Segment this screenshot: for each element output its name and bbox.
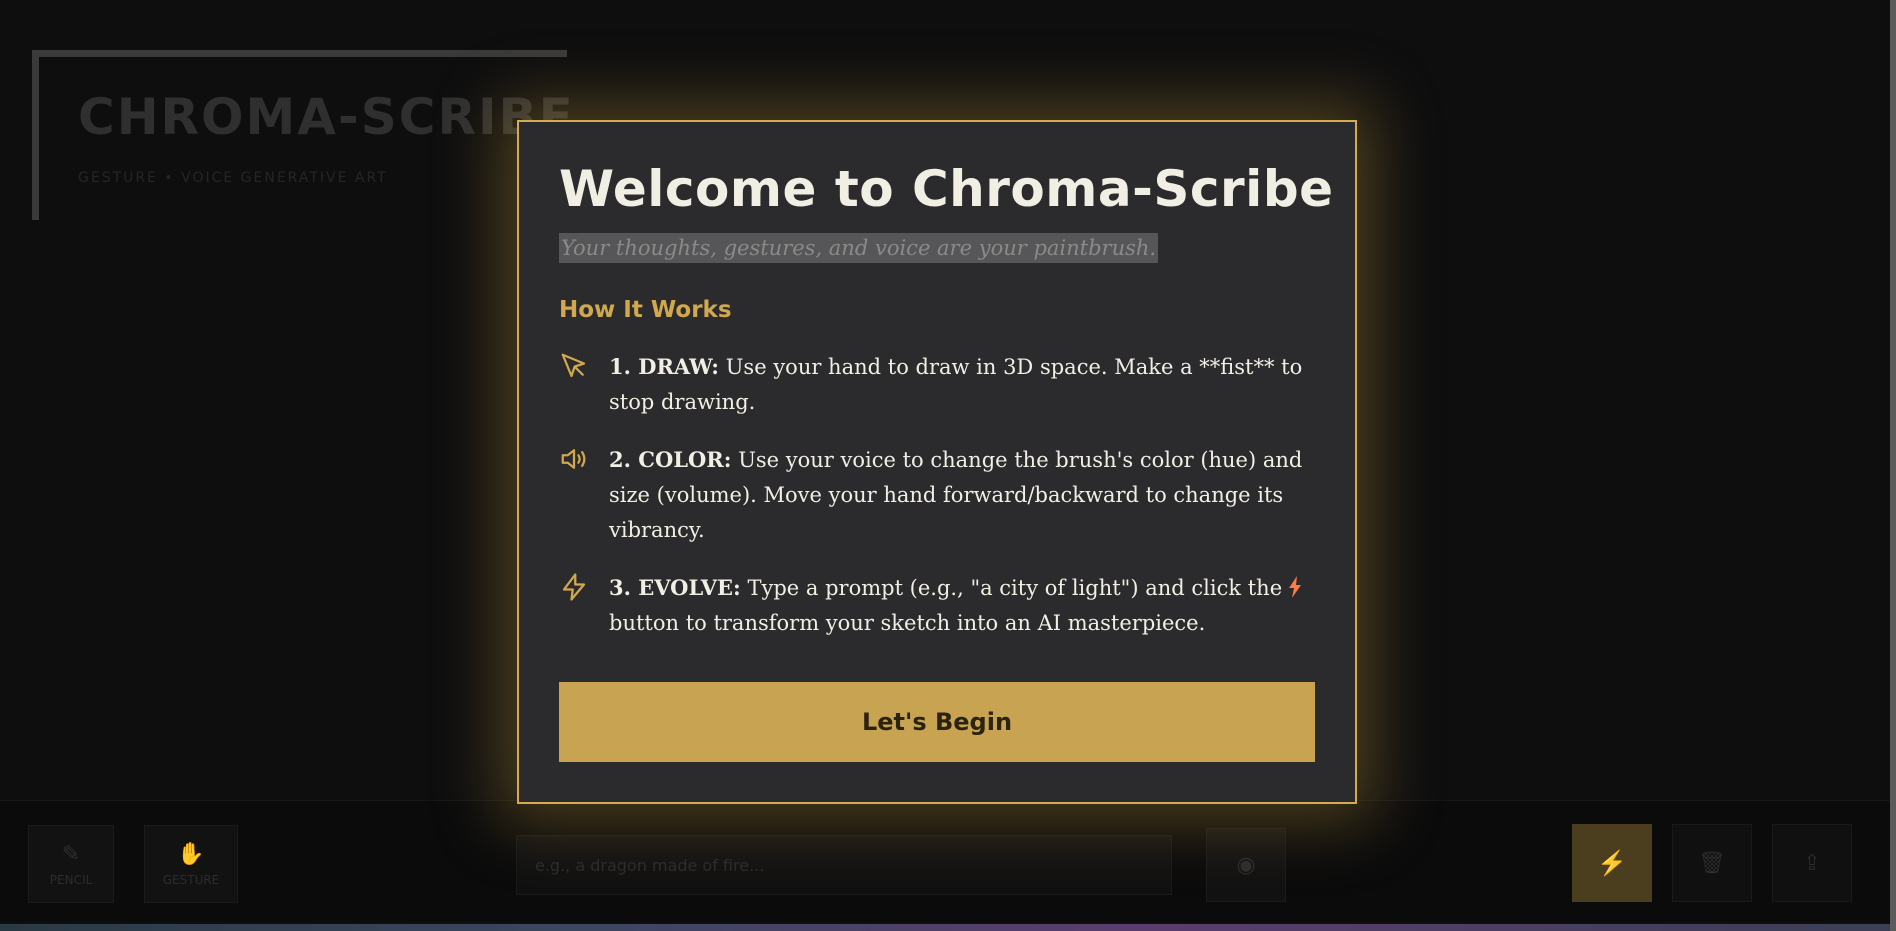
- step-color: 2. COLOR: Use your voice to change the b…: [559, 442, 1315, 548]
- modal-subtitle: Your thoughts, gestures, and voice are y…: [559, 233, 1159, 263]
- cursor-arrow-icon: [561, 353, 586, 378]
- inline-lightning-icon: [1289, 576, 1302, 598]
- step-evolve-text: 3. EVOLVE: Type a prompt (e.g., "a city …: [609, 570, 1315, 641]
- step-color-label: 2. COLOR:: [609, 447, 732, 472]
- modal-title: Welcome to Chroma-Scribe: [559, 160, 1334, 218]
- lightning-icon: [562, 573, 586, 601]
- step-draw-text: 1. DRAW: Use your hand to draw in 3D spa…: [609, 349, 1315, 420]
- step-evolve: 3. EVOLVE: Type a prompt (e.g., "a city …: [559, 570, 1315, 641]
- welcome-modal: Welcome to Chroma-Scribe Your thoughts, …: [517, 120, 1357, 804]
- step-draw-label: 1. DRAW:: [609, 354, 720, 379]
- step-evolve-label: 3. EVOLVE:: [609, 575, 741, 600]
- gradient-strip: [0, 924, 1896, 931]
- step-draw: 1. DRAW: Use your hand to draw in 3D spa…: [559, 349, 1315, 420]
- window-edge: [1890, 0, 1896, 931]
- modal-overlay: Welcome to Chroma-Scribe Your thoughts, …: [0, 0, 1890, 924]
- step-evolve-body-start: Type a prompt (e.g., "a city of light") …: [740, 576, 1283, 600]
- how-it-works-heading: How It Works: [559, 297, 732, 323]
- lets-begin-button[interactable]: Let's Begin: [559, 682, 1315, 762]
- steps-list: 1. DRAW: Use your hand to draw in 3D spa…: [559, 349, 1315, 641]
- speaker-icon: [561, 449, 586, 469]
- step-color-text: 2. COLOR: Use your voice to change the b…: [609, 442, 1315, 548]
- step-evolve-body-end: button to transform your sketch into an …: [609, 611, 1206, 635]
